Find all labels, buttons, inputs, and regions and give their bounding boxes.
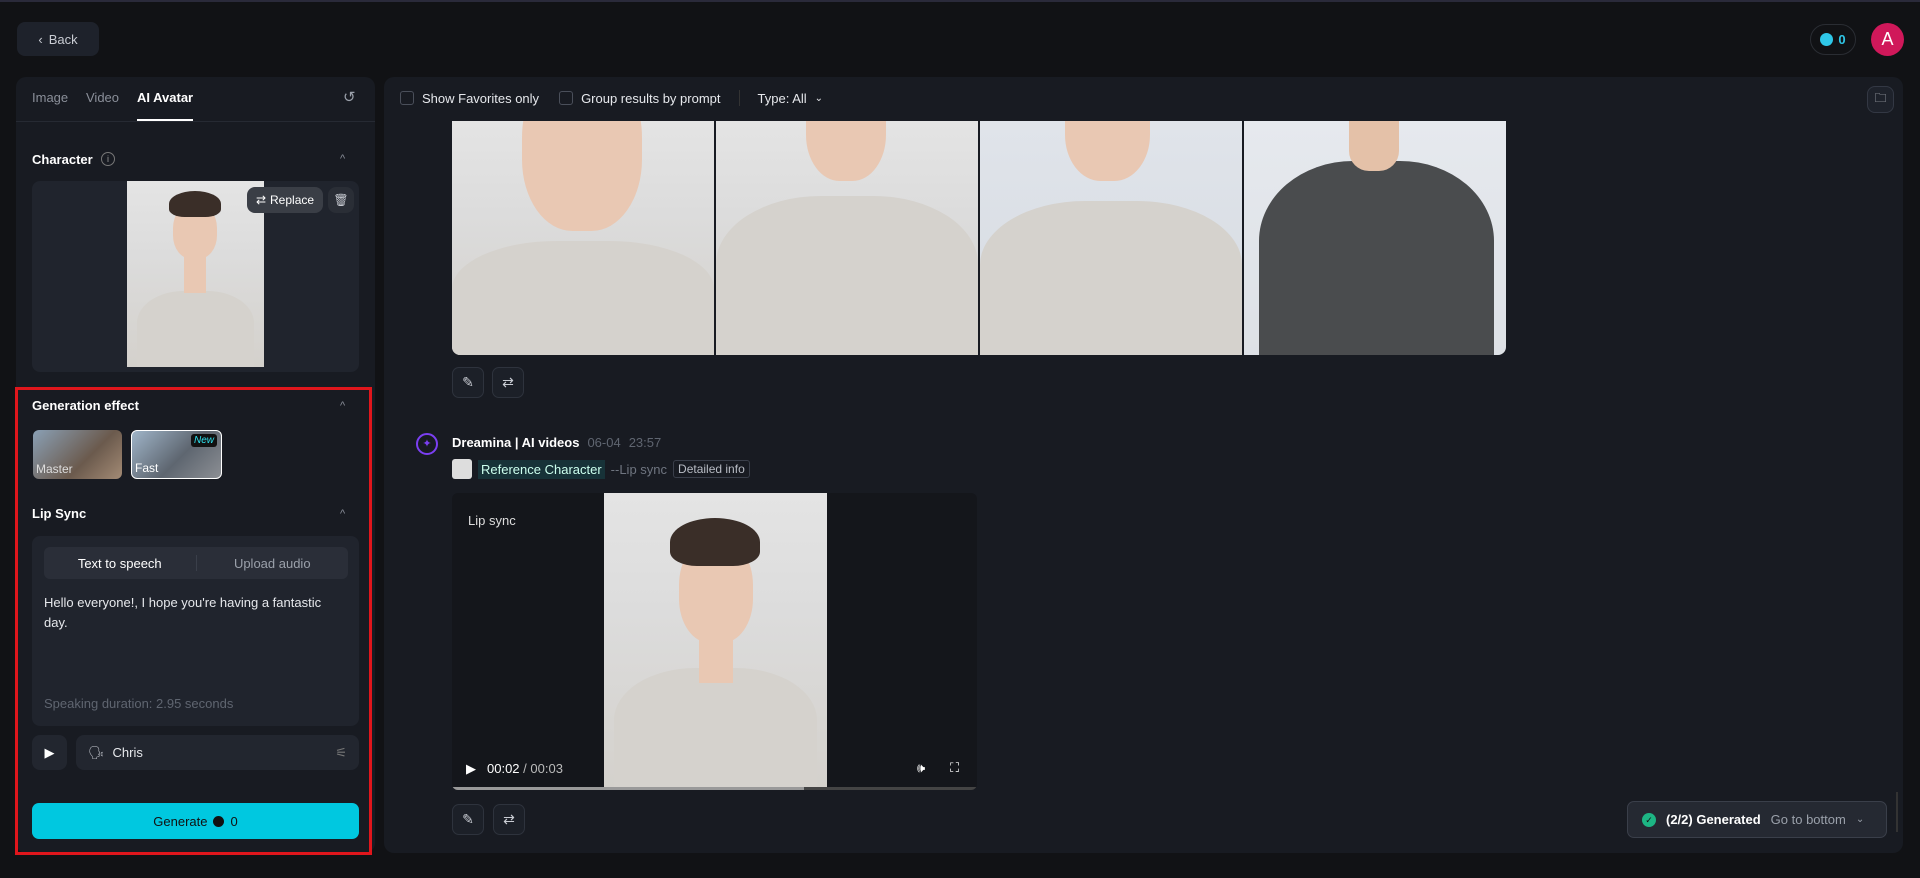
play-icon[interactable]: ▶ [466,761,476,777]
check-circle-icon: ✓ [1642,812,1656,827]
speaking-duration: Speaking duration: 2.95 seconds [44,696,234,711]
replace-button[interactable]: ⇄ Replace [247,187,323,213]
pencil-icon: ✎ [462,811,474,827]
credit-icon [213,815,225,827]
folder-icon: 🗀 [1874,91,1887,105]
divider [738,90,740,106]
effect-master[interactable]: Master [33,430,122,479]
group-checkbox[interactable] [559,91,574,105]
credit-icon [1820,33,1834,46]
lip-sync-mode-tabs: Text to speech Upload audio [44,547,348,579]
divider [16,121,375,122]
trash-icon: 🗑 [333,193,349,207]
tab-video[interactable]: Video [86,90,119,105]
pencil-icon: ✎ [462,374,474,390]
favorites-checkbox[interactable] [400,91,414,105]
regenerate-button[interactable]: ⇄ [493,804,525,835]
character-title: Character [32,152,93,167]
video-player[interactable]: Lip sync ▶ 00:02 / 00:03 🕪 ⛶ [452,493,977,790]
chevron-down-icon: ⌄ [814,92,824,104]
voice-select[interactable]: 🗣 Chris ⚟ [76,735,359,770]
video-progress-track[interactable] [452,787,977,790]
chevron-up-icon[interactable]: ^ [340,400,345,412]
result-image[interactable] [1244,121,1506,355]
chevron-down-icon: ⌄ [1855,814,1865,825]
folder-button[interactable]: 🗀 [1867,86,1894,113]
swap-icon: ⇄ [255,193,267,207]
sliders-icon[interactable]: ⚟ [335,745,347,761]
speech-text-input[interactable]: Hello everyone!, I hope you're having a … [44,593,344,633]
result-image[interactable] [980,121,1242,355]
delete-button[interactable]: 🗑 [328,187,354,213]
play-voice-button[interactable]: ▶ [32,735,67,770]
regenerate-button[interactable]: ⇄ [492,367,524,398]
generation-effect-title: Generation effect [32,398,139,413]
chevron-up-icon[interactable]: ^ [340,153,345,165]
video-progress-fill [452,787,804,790]
lip-sync-title: Lip Sync [32,506,87,521]
top-border [0,0,1920,2]
image-results [452,121,1506,355]
tab-ai-avatar[interactable]: AI Avatar [137,90,193,105]
detailed-info-button[interactable]: Detailed info [673,460,750,478]
back-button[interactable]: ‹ Back [17,22,99,56]
dreamina-logo-icon: ✦ [416,433,438,455]
tab-text-to-speech[interactable]: Text to speech [44,556,196,571]
edit-button[interactable]: ✎ [452,804,484,835]
go-to-bottom-button[interactable]: Go to bottom [1771,812,1846,827]
credits-pill[interactable]: 0 [1810,24,1856,55]
generate-button[interactable]: Generate 0 [32,803,359,839]
favorites-label[interactable]: Show Favorites only [422,91,539,106]
tab-image[interactable]: Image [32,90,68,105]
character-image [127,181,264,367]
edit-button[interactable]: ✎ [452,367,484,398]
reference-character-tag[interactable]: Reference Character [478,459,605,479]
entry-header: Dreamina | AI videos 06-04 23:57 [452,435,662,450]
result-image[interactable] [716,121,978,355]
reset-icon[interactable]: ↺ [343,88,356,106]
group-label[interactable]: Group results by prompt [581,91,720,106]
new-badge: New [190,434,217,447]
video-label: Lip sync [468,513,516,528]
tab-upload-audio[interactable]: Upload audio [197,556,349,571]
repeat-icon: ⇄ [503,811,515,827]
video-frame [604,493,827,790]
entry-meta: Reference Character --Lip sync Detailed … [452,459,750,479]
chevron-left-icon: ‹ [38,31,43,47]
info-icon[interactable]: i [101,152,115,166]
chevron-up-icon[interactable]: ^ [340,508,345,520]
result-image[interactable] [452,121,714,355]
video-time: 00:02 / 00:03 [487,761,563,776]
user-avatar[interactable]: A [1871,23,1904,56]
scrollbar[interactable] [1896,792,1898,832]
play-icon: ▶ [44,744,55,760]
volume-icon[interactable]: 🕪 [917,760,925,776]
reference-thumbnail [452,459,472,479]
repeat-icon: ⇄ [502,374,514,390]
effect-fast[interactable]: New Fast [131,430,222,479]
fullscreen-icon[interactable]: ⛶ [950,760,959,776]
type-filter[interactable]: Type: All [758,91,807,106]
speaking-head-icon: 🗣 [88,744,105,760]
toolbar: Show Favorites only Group results by pro… [400,90,823,106]
generation-status-toast: ✓ (2/2) Generated Go to bottom ⌄ [1627,801,1887,838]
